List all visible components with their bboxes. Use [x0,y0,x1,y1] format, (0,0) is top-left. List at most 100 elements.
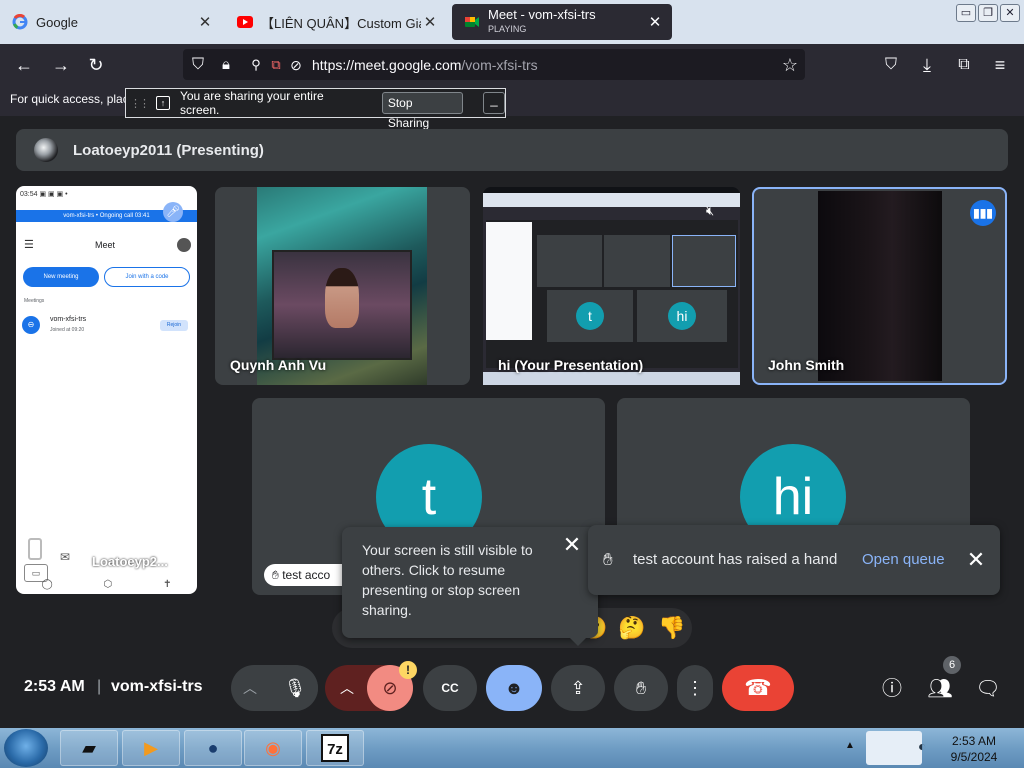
screen-share-indicator-icon[interactable]: ⧉ [265,54,287,76]
permissions-icon[interactable]: ⚲ [245,54,267,76]
youtube-favicon-icon [237,16,253,28]
tab-google[interactable]: Google ✕ [0,4,222,40]
participant-name: Loatoeyp2... [92,554,168,569]
pocket-icon[interactable]: ⛉ [880,54,902,76]
open-queue-button[interactable]: Open queue [862,551,945,568]
phone-join-code-button: Join with a code [104,267,190,287]
window-close-button[interactable]: ✕ [1000,4,1020,22]
phone-avatar [177,238,191,252]
tooltip-close-button[interactable]: ✕ [560,533,584,557]
audio-options-chevron-icon[interactable]: ︿ [243,678,257,698]
back-arrow-icon[interactable]: ← [13,54,35,76]
tab-playing-status: PLAYING [488,24,527,34]
window-restore-button[interactable]: ❐ [978,4,998,22]
clock-separator: | [97,678,102,695]
phone-nav-bar: ◯ ⬡ ✝ [16,574,197,594]
tab-title: 【LIÊN QUÂN】Custom Giao H [261,15,421,31]
phone-new-meeting-button: New meeting [23,267,99,287]
reaction-thumbs-down-button[interactable]: 👎 [658,614,686,642]
reaction-thinking-button[interactable]: 🤔 [618,614,646,642]
mini-avatar: t [576,302,604,330]
globe-icon: ● [207,738,219,758]
reactions-button[interactable]: ☻ [486,665,542,711]
raised-hand-name: test acco [282,568,331,582]
tab-meet-active[interactable]: Meet - vom-xfsi-trs PLAYING ✕ [452,4,672,40]
tray-expand-icon[interactable]: ▲ [845,740,855,751]
more-options-button[interactable]: ⋮ [677,665,713,711]
raise-hand-button[interactable]: ✋︎ [614,665,668,711]
phone-joined-time: Joined at 09:20 [50,327,85,333]
link-icon: ⊖ [22,316,40,334]
phone-meeting-code: vom-xfsi-trs [50,316,87,323]
drag-handle-icon[interactable]: ⋮⋮ [130,97,150,110]
start-button[interactable] [4,729,48,767]
toast-message: test account has raised a hand [633,551,838,568]
reload-icon[interactable]: ↻ [85,54,107,76]
presenter-avatar [34,138,58,162]
meeting-info-icon[interactable]: ⓘ [879,676,905,702]
presentation-phone-thumb [486,222,532,340]
presentation-thumb [672,235,736,287]
participant-name: John Smith [768,357,845,373]
toast-close-button[interactable]: ✕ [964,548,988,572]
presentation-thumb [537,235,602,287]
shield-icon[interactable]: ⛉ [187,54,209,76]
bookmarks-hint-text: For quick access, plac [10,92,128,106]
app-window-icon: ▰ [82,738,96,758]
presentation-thumb [604,235,670,287]
tab-title: Google [36,14,78,30]
menu-hamburger-icon[interactable]: ≡ [989,54,1011,76]
url-text[interactable]: https://meet.google.com/vom-xfsi-trs [312,57,538,73]
downloads-icon[interactable]: ⤓ [916,54,938,76]
tab-youtube[interactable]: 【LIÊN QUÂN】Custom Giao H ✕ [225,4,447,40]
system-date: 9/5/2024 [950,750,998,764]
participant-name: Quynh Anh Vu [230,357,327,373]
url-path: /vom-xfsi-trs [461,57,538,73]
video-options-chevron-icon[interactable]: ︿ [340,678,354,698]
tray-icon[interactable]: ◐ [918,738,926,754]
share-screen-icon: ↑ [156,96,170,110]
mail-icon: ✉ [60,550,71,564]
participant-name: hi (Your Presentation) [498,357,644,373]
phone-home-icon: ⬡ [103,578,113,590]
close-tab-icon[interactable]: ✕ [646,13,664,31]
forward-arrow-icon[interactable]: → [50,54,72,76]
leave-call-button[interactable]: ☎︎ [722,665,794,711]
tab-title: Meet - vom-xfsi-trs [488,8,596,22]
lock-icon[interactable]: 🔒︎ [215,54,237,76]
phone-meetings-label: Meetings [24,298,45,304]
firefox-icon: ◉ [265,738,281,758]
pin-icon [28,538,42,560]
tooltip-text: Your screen is still visible to others. … [362,542,533,618]
tray-thumbnail[interactable] [866,731,922,765]
phone-back-icon: ✝ [163,578,172,590]
meeting-clock: 2:53 AM [24,678,85,695]
captions-button[interactable]: CC [423,665,477,711]
tooltip-arrow [568,636,588,646]
muted-mic-icon: 🎤︎ [163,202,183,222]
window-minimize-button[interactable]: ▭ [956,4,976,22]
system-clock[interactable]: 2:53 AM 9/5/2024 [938,733,1010,765]
close-tab-icon[interactable]: ✕ [196,13,214,31]
bookmark-star-icon[interactable]: ☆ [779,54,801,76]
microphone-button[interactable]: 🎙︎ [272,665,318,711]
phone-app-title: Meet [95,240,116,250]
close-tab-icon[interactable]: ✕ [421,13,439,31]
present-screen-button[interactable]: ⇪ [551,665,605,711]
phone-rejoin-button: Rejoin [160,320,188,331]
hide-share-bar-button[interactable]: _ [483,92,506,114]
camera-warning-badge: ! [399,661,417,679]
phone-menu-icon: ☰ [24,239,34,251]
stop-sharing-button[interactable]: Stop Sharing [381,92,464,130]
extensions-icon[interactable]: ⧉ [953,54,975,76]
meet-favicon-icon [465,17,479,27]
autoplay-blocked-icon[interactable]: ⊘ [285,54,307,76]
share-message: You are sharing your entire screen. [179,89,324,117]
muted-audio-icon: 🔇︎ [706,203,715,218]
raised-hand-icon: ✋︎ [603,550,613,569]
chat-icon[interactable]: 🗨︎ [975,676,1001,702]
presentation-tab-strip [483,193,740,207]
phone-recents-icon: ◯ [41,578,53,590]
tab-title-group: Meet - vom-xfsi-trs PLAYING [488,8,646,36]
people-icon[interactable]: 👥︎ [927,676,953,702]
